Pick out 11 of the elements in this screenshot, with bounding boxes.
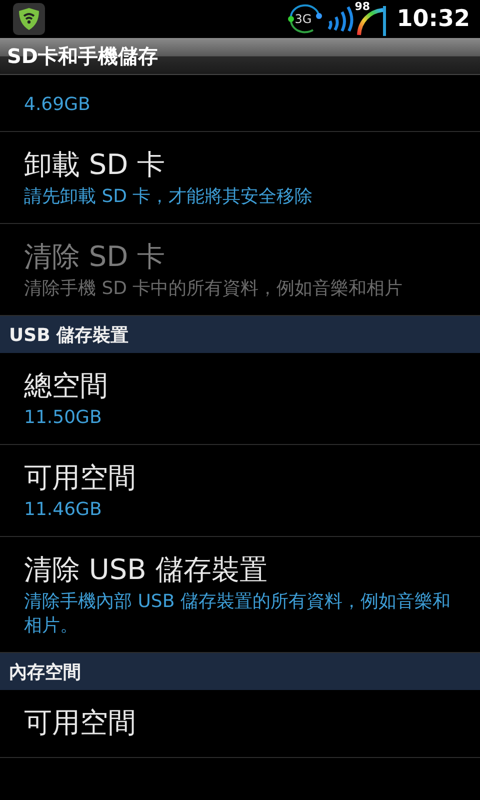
setting-item[interactable]: 總空間 11.50GB [0, 353, 480, 444]
setting-item[interactable]: 清除 USB 儲存裝置 清除手機內部 USB 儲存裝置的所有資料，例如音樂和相片。 [0, 537, 480, 652]
screen-title: SD卡和手機儲存 [7, 42, 158, 70]
clock-time: 10:32 [396, 6, 470, 32]
shield-icon[interactable] [13, 3, 45, 35]
setting-item[interactable]: 可用空間 11.46GB [0, 445, 480, 536]
setting-item[interactable]: 卸載 SD 卡 請先卸載 SD 卡，才能將其安全移除 [0, 132, 480, 223]
section-header: 內存空間 [9, 660, 81, 684]
section-header: USB 儲存裝置 [9, 324, 129, 346]
setting-item[interactable]: 可用空間 [0, 690, 480, 757]
setting-item[interactable]: 4.69GB [0, 75, 480, 131]
